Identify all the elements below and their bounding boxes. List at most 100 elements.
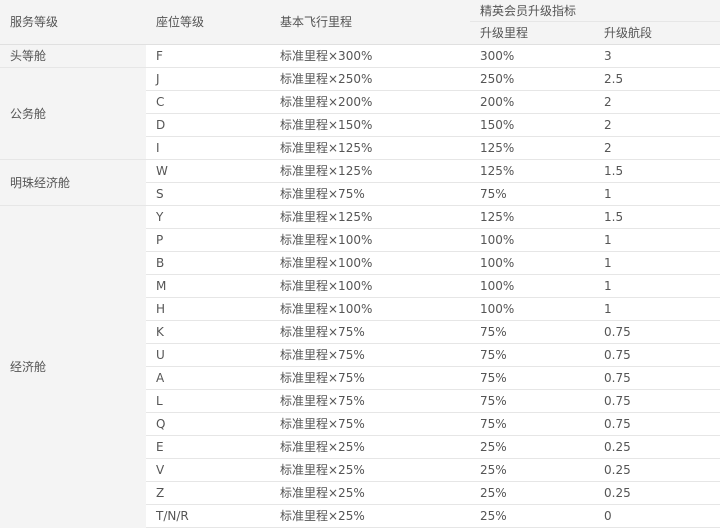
- upgrade-mileage-cell: 75%: [470, 412, 594, 436]
- base-mileage-cell: 标准里程×75%: [270, 320, 470, 344]
- base-mileage-cell: 标准里程×75%: [270, 182, 470, 206]
- header-upgrade-segments: 升级航段: [594, 21, 720, 45]
- upgrade-segments-cell: 0.25: [594, 435, 720, 459]
- seat-class-cell: C: [146, 90, 270, 114]
- base-mileage-cell: 标准里程×75%: [270, 389, 470, 413]
- upgrade-mileage-cell: 100%: [470, 251, 594, 275]
- upgrade-segments-cell: 2: [594, 113, 720, 137]
- upgrade-segments-cell: 1: [594, 182, 720, 206]
- base-mileage-cell: 标准里程×75%: [270, 343, 470, 367]
- header-seat-class: 座位等级: [146, 0, 270, 45]
- upgrade-mileage-cell: 25%: [470, 435, 594, 459]
- seat-class-cell: L: [146, 389, 270, 413]
- upgrade-segments-cell: 1: [594, 297, 720, 321]
- upgrade-mileage-cell: 300%: [470, 44, 594, 68]
- base-mileage-cell: 标准里程×125%: [270, 205, 470, 229]
- header-base-mileage: 基本飞行里程: [270, 0, 470, 45]
- base-mileage-cell: 标准里程×75%: [270, 412, 470, 436]
- base-mileage-cell: 标准里程×25%: [270, 435, 470, 459]
- upgrade-segments-cell: 0.75: [594, 320, 720, 344]
- upgrade-mileage-cell: 125%: [470, 205, 594, 229]
- upgrade-mileage-cell: 100%: [470, 297, 594, 321]
- seat-class-cell: D: [146, 113, 270, 137]
- seat-class-cell: I: [146, 136, 270, 160]
- mileage-table: 服务等级 座位等级 基本飞行里程 精英会员升级指标 升级里程 升级航段 头等舱 F…: [0, 0, 720, 528]
- table-row: 经济舱 Y 标准里程×125% 125% 1.5: [0, 205, 720, 528]
- table-header: 服务等级 座位等级 基本飞行里程 精英会员升级指标 升级里程 升级航段: [0, 0, 720, 45]
- seat-class-cell: U: [146, 343, 270, 367]
- service-class-cell: 头等舱: [0, 44, 146, 68]
- base-mileage-cell: 标准里程×100%: [270, 297, 470, 321]
- upgrade-segments-cell: 1.5: [594, 159, 720, 183]
- seat-class-cell: S: [146, 182, 270, 206]
- upgrade-segments-cell: 0.75: [594, 412, 720, 436]
- upgrade-mileage-cell: 75%: [470, 366, 594, 390]
- base-mileage-cell: 标准里程×25%: [270, 481, 470, 505]
- upgrade-segments-cell: 0.75: [594, 389, 720, 413]
- seat-class-cell: J: [146, 67, 270, 91]
- upgrade-mileage-cell: 100%: [470, 274, 594, 298]
- upgrade-segments-cell: 0.75: [594, 343, 720, 367]
- service-class-cell: 经济舱: [0, 205, 146, 528]
- upgrade-mileage-cell: 25%: [470, 458, 594, 482]
- upgrade-segments-cell: 2: [594, 90, 720, 114]
- service-class-cell: 明珠经济舱: [0, 159, 146, 206]
- base-mileage-cell: 标准里程×300%: [270, 44, 470, 68]
- base-mileage-cell: 标准里程×100%: [270, 228, 470, 252]
- seat-class-cell: H: [146, 297, 270, 321]
- upgrade-mileage-cell: 250%: [470, 67, 594, 91]
- base-mileage-cell: 标准里程×150%: [270, 113, 470, 137]
- upgrade-mileage-cell: 25%: [470, 481, 594, 505]
- upgrade-segments-cell: 0.25: [594, 481, 720, 505]
- seat-class-cell: T/N/R: [146, 504, 270, 528]
- base-mileage-cell: 标准里程×100%: [270, 274, 470, 298]
- seat-class-cell: W: [146, 159, 270, 183]
- upgrade-mileage-cell: 125%: [470, 136, 594, 160]
- base-mileage-cell: 标准里程×75%: [270, 366, 470, 390]
- upgrade-segments-cell: 2: [594, 136, 720, 160]
- base-mileage-cell: 标准里程×25%: [270, 458, 470, 482]
- base-mileage-cell: 标准里程×200%: [270, 90, 470, 114]
- seat-class-cell: Q: [146, 412, 270, 436]
- upgrade-segments-cell: 0.75: [594, 366, 720, 390]
- upgrade-segments-cell: 0: [594, 504, 720, 528]
- upgrade-mileage-cell: 75%: [470, 320, 594, 344]
- upgrade-mileage-cell: 75%: [470, 389, 594, 413]
- upgrade-mileage-cell: 75%: [470, 343, 594, 367]
- upgrade-segments-cell: 1: [594, 228, 720, 252]
- upgrade-segments-cell: 1: [594, 251, 720, 275]
- upgrade-segments-cell: 1.5: [594, 205, 720, 229]
- header-service-class: 服务等级: [0, 0, 146, 45]
- seat-class-cell: A: [146, 366, 270, 390]
- seat-class-cell: V: [146, 458, 270, 482]
- seat-class-cell: F: [146, 44, 270, 68]
- seat-class-cell: B: [146, 251, 270, 275]
- header-upgrade-mileage: 升级里程: [470, 21, 594, 45]
- upgrade-segments-cell: 0.25: [594, 458, 720, 482]
- upgrade-mileage-cell: 25%: [470, 504, 594, 528]
- base-mileage-cell: 标准里程×250%: [270, 67, 470, 91]
- seat-class-cell: Y: [146, 205, 270, 229]
- upgrade-segments-cell: 2.5: [594, 67, 720, 91]
- seat-class-cell: M: [146, 274, 270, 298]
- base-mileage-cell: 标准里程×125%: [270, 159, 470, 183]
- seat-class-cell: P: [146, 228, 270, 252]
- service-class-cell: 公务舱: [0, 67, 146, 160]
- upgrade-segments-cell: 3: [594, 44, 720, 68]
- seat-class-cell: E: [146, 435, 270, 459]
- seat-class-cell: K: [146, 320, 270, 344]
- upgrade-mileage-cell: 100%: [470, 228, 594, 252]
- base-mileage-cell: 标准里程×25%: [270, 504, 470, 528]
- table-row: 头等舱 F 标准里程×300% 300% 3: [0, 44, 720, 68]
- seat-class-cell: Z: [146, 481, 270, 505]
- base-mileage-cell: 标准里程×100%: [270, 251, 470, 275]
- upgrade-mileage-cell: 200%: [470, 90, 594, 114]
- table-body: 头等舱 F 标准里程×300% 300% 3 公务舱 J 标准里程×250% 250% 2.5 C 标…: [0, 44, 720, 528]
- upgrade-mileage-cell: 150%: [470, 113, 594, 137]
- upgrade-segments-cell: 1: [594, 274, 720, 298]
- header-elite-upgrade-group: 精英会员升级指标: [470, 0, 720, 22]
- table-row: 公务舱 J 标准里程×250% 250% 2.5: [0, 67, 720, 160]
- table-row: 明珠经济舱 W 标准里程×125% 125% 1.5: [0, 159, 720, 206]
- base-mileage-cell: 标准里程×125%: [270, 136, 470, 160]
- upgrade-mileage-cell: 125%: [470, 159, 594, 183]
